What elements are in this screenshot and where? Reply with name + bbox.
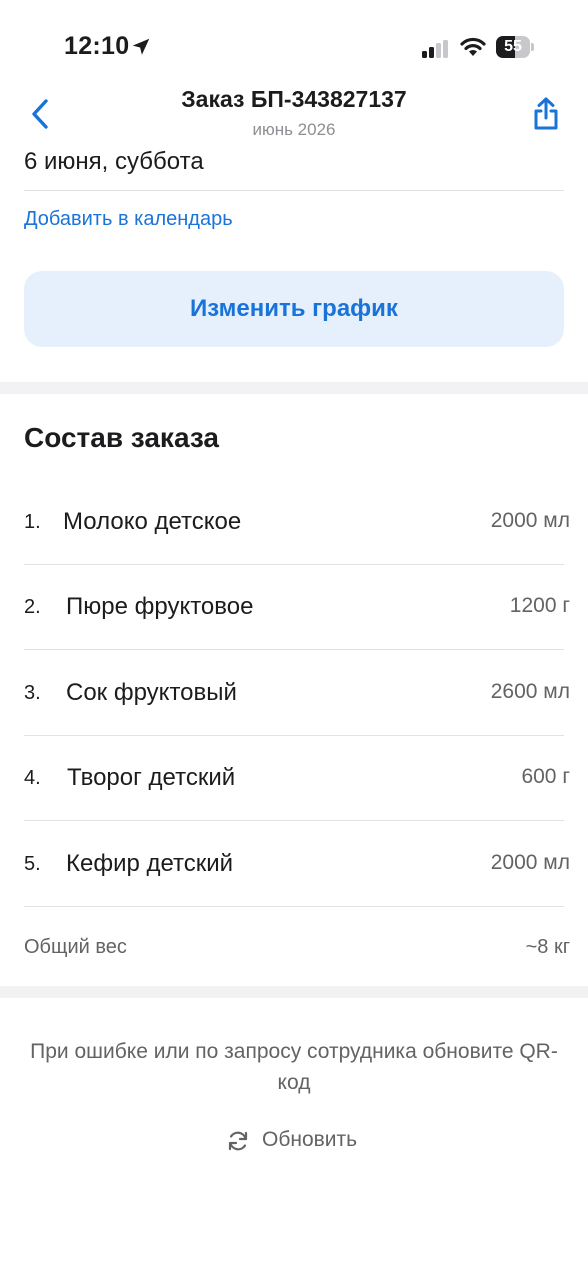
delivery-date: 6 июня, суббота bbox=[24, 148, 204, 175]
list-item: 4. Творог детский 600 г bbox=[0, 751, 588, 811]
item-quantity: 2600 мл bbox=[490, 680, 570, 703]
change-schedule-button[interactable]: Изменить график bbox=[24, 271, 564, 347]
qr-hint-text: При ошибке или по запросу сотрудника обн… bbox=[30, 1040, 558, 1094]
item-number: 5. bbox=[24, 853, 41, 875]
share-icon[interactable] bbox=[530, 96, 562, 132]
item-number: 4. bbox=[24, 767, 41, 789]
list-item: 3. Сок фруктовый 2600 мл bbox=[0, 666, 588, 726]
total-weight-label: Общий вес bbox=[24, 936, 127, 958]
list-item: 1. Молоко детское 2000 мл bbox=[0, 495, 588, 555]
divider bbox=[24, 820, 564, 821]
list-item: 2. Пюре фруктовое 1200 г bbox=[0, 580, 588, 640]
divider bbox=[24, 735, 564, 736]
divider bbox=[24, 906, 564, 907]
status-time: 12:10 bbox=[64, 32, 130, 60]
item-name: Молоко детское bbox=[63, 508, 242, 535]
item-quantity: 1200 г bbox=[509, 594, 570, 617]
item-number: 3. bbox=[24, 682, 41, 704]
order-section-title: Состав заказа bbox=[24, 422, 219, 453]
item-number: 1. bbox=[24, 511, 41, 533]
add-to-calendar-link[interactable]: Добавить в календарь bbox=[24, 208, 233, 231]
page-title: Заказ БП-343827137 bbox=[181, 86, 407, 112]
item-quantity: 600 г bbox=[521, 765, 570, 788]
total-weight-value: ~8 кг bbox=[525, 936, 570, 958]
item-name: Кефир детский bbox=[66, 850, 234, 877]
page-subtitle: июнь 2026 bbox=[252, 120, 336, 139]
divider bbox=[24, 649, 564, 650]
refresh-icon bbox=[228, 1131, 248, 1151]
cellular-signal-icon bbox=[422, 40, 450, 58]
item-quantity: 2000 мл bbox=[490, 509, 570, 532]
location-arrow-icon bbox=[132, 38, 150, 55]
battery-level: 55 bbox=[504, 38, 522, 55]
item-quantity: 2000 мл bbox=[490, 851, 570, 874]
item-number: 2. bbox=[24, 596, 41, 618]
section-separator bbox=[0, 986, 588, 998]
status-bar: 12:10 55 bbox=[0, 0, 588, 96]
refresh-label: Обновить bbox=[262, 1128, 358, 1151]
item-name: Пюре фруктовое bbox=[66, 593, 254, 620]
item-name: Сок фруктовый bbox=[66, 679, 237, 706]
section-separator bbox=[0, 382, 588, 394]
list-item: 5. Кефир детский 2000 мл bbox=[0, 837, 588, 897]
divider bbox=[24, 190, 564, 191]
battery-icon: 55 bbox=[496, 36, 536, 58]
divider bbox=[24, 564, 564, 565]
wifi-icon bbox=[460, 37, 486, 56]
item-name: Творог детский bbox=[67, 764, 236, 791]
